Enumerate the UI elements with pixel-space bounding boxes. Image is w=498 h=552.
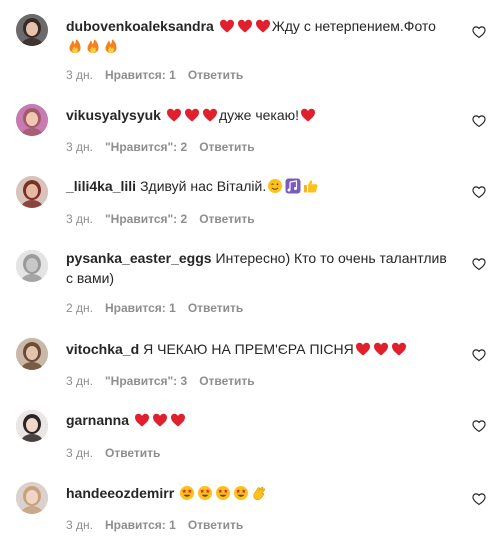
comment-text: garnanna	[66, 410, 451, 430]
red-heart-emoji	[391, 341, 407, 357]
comment-text: handeeozdemirr	[66, 483, 451, 503]
comment-meta: 3 дн. "Нравится": 3 Ответить	[66, 373, 267, 389]
comment-username[interactable]: _lili4ka_lili	[66, 178, 136, 194]
comment-timestamp: 3 дн.	[66, 374, 93, 388]
red-heart-emoji	[355, 341, 371, 357]
fire-emoji	[103, 38, 119, 54]
comment-username[interactable]: vikusyalysyuk	[66, 107, 161, 123]
comment-timestamp: 2 дн.	[66, 301, 93, 315]
fire-emoji	[67, 38, 83, 54]
red-heart-emoji	[184, 107, 200, 123]
comment-meta: 2 дн. Нравится: 1 Ответить	[66, 300, 255, 316]
comment-meta: 3 дн. Нравится: 1 Ответить	[66, 517, 255, 533]
red-heart-emoji	[152, 412, 168, 428]
red-heart-emoji	[202, 107, 218, 123]
red-heart-emoji	[300, 107, 316, 123]
comment-body: Жду с нетерпением.Фото	[271, 18, 436, 34]
comment-username[interactable]: dubovenkoaleksandra	[66, 18, 214, 34]
clapping-hands-emoji	[251, 485, 267, 501]
reply-button[interactable]: Ответить	[188, 301, 243, 315]
red-heart-emoji	[255, 18, 271, 34]
like-heart-icon[interactable]	[472, 492, 486, 506]
like-heart-icon[interactable]	[472, 185, 486, 199]
reply-button[interactable]: Ответить	[188, 68, 243, 82]
star-struck-emoji	[197, 485, 213, 501]
red-heart-emoji	[166, 107, 182, 123]
red-heart-emoji	[219, 18, 235, 34]
comment-username[interactable]: pysanka_easter_eggs	[66, 250, 212, 266]
comment-body: дуже чекаю!	[218, 107, 300, 123]
avatar[interactable]	[16, 482, 48, 514]
winking-face-emoji	[267, 178, 283, 194]
fire-emoji	[85, 38, 101, 54]
comment-likes-count[interactable]: "Нравится": 3	[105, 374, 187, 388]
comment-likes-count[interactable]: "Нравится": 2	[105, 212, 187, 226]
red-heart-emoji	[373, 341, 389, 357]
like-heart-icon[interactable]	[472, 257, 486, 271]
comment-username[interactable]: handeeozdemirr	[66, 485, 174, 501]
reply-button[interactable]: Ответить	[188, 518, 243, 532]
comment-username[interactable]: vitochka_d	[66, 341, 139, 357]
comment-body: Я ЧЕКАЮ НА ПРЕМ'ЄРА ПІСНЯ	[143, 341, 354, 357]
music-notes-emoji	[285, 178, 301, 194]
comment-text: pysanka_easter_eggs Интересно) Кто то оче…	[66, 248, 451, 288]
reply-button[interactable]: Ответить	[199, 212, 254, 226]
comment-text: dubovenkoaleksandra Жду с нетерпением.Фот…	[66, 16, 451, 56]
comment-username[interactable]: garnanna	[66, 412, 129, 428]
reply-button[interactable]: Ответить	[199, 374, 254, 388]
comment-meta: 3 дн. "Нравится": 2 Ответить	[66, 211, 267, 227]
avatar[interactable]	[16, 176, 48, 208]
like-heart-icon[interactable]	[472, 114, 486, 128]
comment-meta: 3 дн. Нравится: 1 Ответить	[66, 67, 255, 83]
comment-likes-count[interactable]: Нравится: 1	[105, 68, 176, 82]
reply-button[interactable]: Ответить	[105, 446, 160, 460]
comment-body: Здивуй нас Віталій.	[140, 178, 267, 194]
comment-timestamp: 3 дн.	[66, 518, 93, 532]
red-heart-emoji	[170, 412, 186, 428]
comment-text: vitochka_d Я ЧЕКАЮ НА ПРЕМ'ЄРА ПІСНЯ	[66, 339, 451, 359]
reply-button[interactable]: Ответить	[199, 140, 254, 154]
red-heart-emoji	[134, 412, 150, 428]
comment-timestamp: 3 дн.	[66, 212, 93, 226]
comment-likes-count[interactable]: Нравится: 1	[105, 518, 176, 532]
avatar[interactable]	[16, 250, 48, 282]
comment-text: _lili4ka_lili Здивуй нас Віталій.	[66, 176, 451, 196]
like-heart-icon[interactable]	[472, 25, 486, 39]
comment-likes-count[interactable]: "Нравится": 2	[105, 140, 187, 154]
comment-meta: 3 дн. Ответить	[66, 445, 172, 461]
avatar[interactable]	[16, 410, 48, 442]
avatar[interactable]	[16, 338, 48, 370]
red-heart-emoji	[237, 18, 253, 34]
comment-text: vikusyalysyuk дуже чекаю!	[66, 105, 451, 125]
comment-likes-count[interactable]: Нравится: 1	[105, 301, 176, 315]
thumbs-up-emoji	[303, 178, 319, 194]
star-struck-emoji	[233, 485, 249, 501]
like-heart-icon[interactable]	[472, 419, 486, 433]
comment-timestamp: 3 дн.	[66, 446, 93, 460]
avatar[interactable]	[16, 104, 48, 136]
star-struck-emoji	[215, 485, 231, 501]
comment-timestamp: 3 дн.	[66, 68, 93, 82]
comment-timestamp: 3 дн.	[66, 140, 93, 154]
star-struck-emoji	[179, 485, 195, 501]
comment-meta: 3 дн. "Нравится": 2 Ответить	[66, 139, 267, 155]
like-heart-icon[interactable]	[472, 348, 486, 362]
avatar[interactable]	[16, 14, 48, 46]
